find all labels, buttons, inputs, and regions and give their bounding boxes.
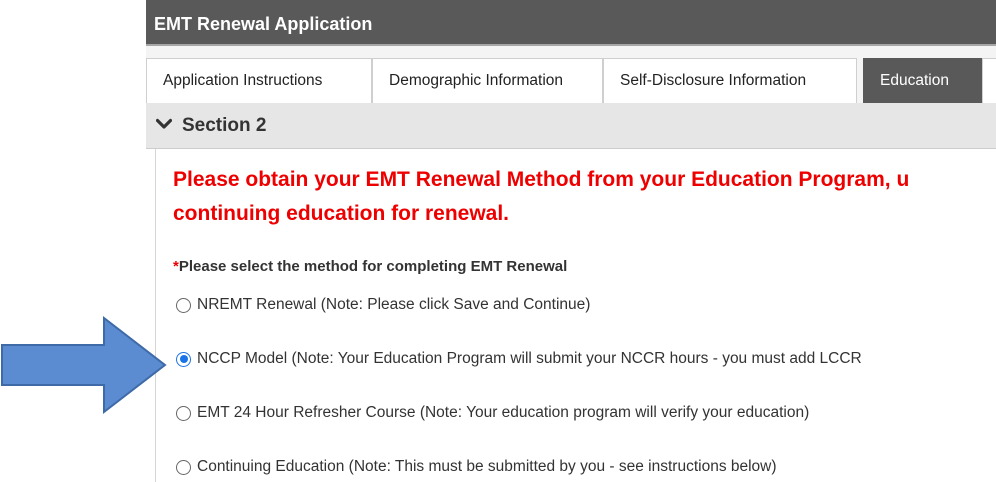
renewal-notice-line1: Please obtain your EMT Renewal Method fr…	[173, 168, 910, 191]
option-label: Continuing Education (Note: This must be…	[197, 458, 777, 475]
tab-education[interactable]: Education	[863, 58, 982, 103]
radio-nremt-renewal[interactable]	[176, 297, 191, 313]
radio-emt-24-hour-refresher[interactable]	[176, 405, 191, 421]
question-label: Please select the method for completing …	[178, 258, 568, 275]
option-label: NREMT Renewal (Note: Please click Save a…	[197, 296, 591, 313]
arrow-right-icon	[1, 315, 167, 415]
section-content: Please obtain your EMT Renewal Method fr…	[155, 149, 996, 482]
section-header[interactable]: Section 2	[146, 103, 996, 149]
tab-bar: Application Instructions Demographic Inf…	[146, 46, 996, 104]
tab-next-partial[interactable]	[982, 58, 996, 103]
tab-application-instructions[interactable]: Application Instructions	[146, 58, 372, 103]
option-label: EMT 24 Hour Refresher Course (Note: Your…	[197, 404, 810, 421]
renewal-notice-line2: continuing education for renewal.	[173, 202, 510, 225]
radio-continuing-education[interactable]	[176, 459, 191, 475]
renewal-method-question: *Please select the method for completing…	[173, 258, 567, 275]
option-nremt-renewal[interactable]: NREMT Renewal (Note: Please click Save a…	[176, 296, 590, 314]
section-title: Section 2	[182, 115, 267, 136]
radio-nccp-model[interactable]	[176, 351, 191, 367]
window-title: EMT Renewal Application	[146, 0, 996, 46]
option-nccp-model[interactable]: NCCP Model (Note: Your Education Program…	[176, 350, 862, 368]
chevron-down-icon	[155, 119, 173, 130]
option-label: NCCP Model (Note: Your Education Program…	[197, 350, 862, 367]
option-continuing-education[interactable]: Continuing Education (Note: This must be…	[176, 458, 777, 476]
option-emt-24-hour-refresher[interactable]: EMT 24 Hour Refresher Course (Note: Your…	[176, 404, 809, 422]
tab-self-disclosure-information[interactable]: Self-Disclosure Information	[603, 58, 857, 103]
tab-demographic-information[interactable]: Demographic Information	[372, 58, 603, 103]
renewal-notice: Please obtain your EMT Renewal Method fr…	[173, 163, 996, 231]
